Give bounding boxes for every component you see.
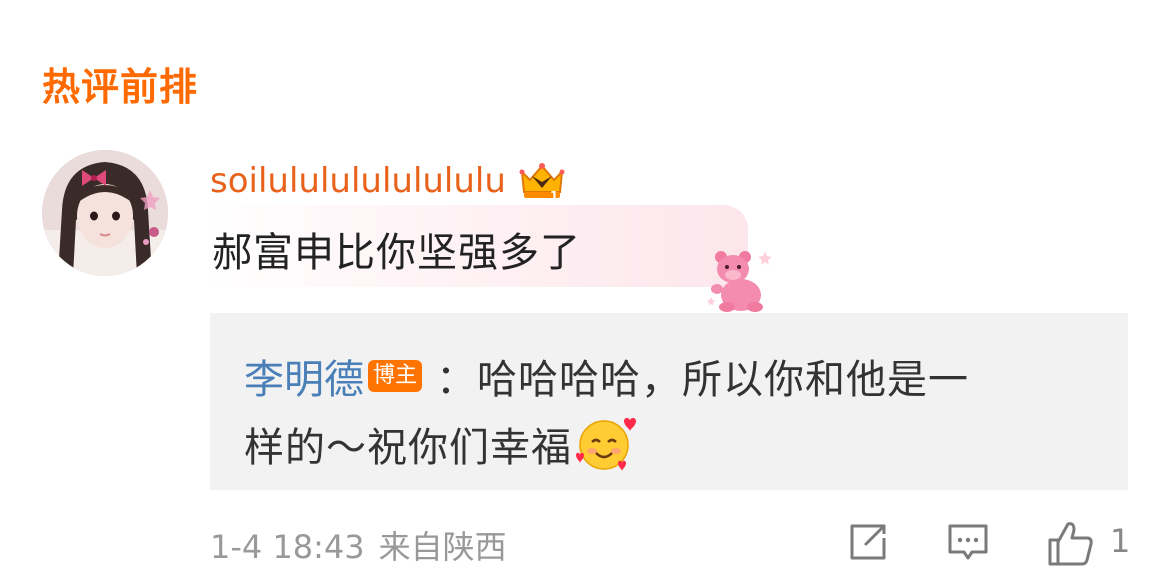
avatar-image [42,150,168,276]
username-row: soilulululululululu 1 [210,158,568,204]
comment-footer: 1-4 18:43 来自陕西 1 [210,520,1130,566]
comment-meta: 1-4 18:43 来自陕西 [210,522,521,568]
blogger-tag: 博主 [368,360,423,392]
comment-location: 来自陕西 [378,528,507,566]
comment-icon[interactable] [946,520,990,564]
reply-line-1: 李明德 博主 ：哈哈哈哈，所以你和他是一 [244,347,969,405]
comment-text[interactable]: 郝富申比你坚强多了 [212,220,581,278]
avatar[interactable] [42,150,168,276]
reply-box[interactable]: 李明德 博主 ：哈哈哈哈，所以你和他是一 样的～祝你们幸福 [210,313,1128,490]
svg-text:1: 1 [550,189,558,203]
reply-text-line-2: 样的～祝你们幸福 [244,425,572,471]
comment-username[interactable]: soilulululululululu [210,161,506,201]
crown-badge-icon: 1 [519,163,565,203]
lotso-bear-sticker-icon [706,251,772,312]
like-icon[interactable] [1046,520,1096,568]
comment-card: soilulululululululu 1 郝富申比你坚强多了 李明德 博主 ：… [202,150,1130,585]
reply-line-2: 样的～祝你们幸福 [244,415,636,473]
section-title: 热评前排 [42,65,199,109]
reply-text-line-1: ：哈哈哈哈，所以你和他是一 [436,357,970,403]
comment-date: 1-4 18:43 [210,528,365,566]
reply-author[interactable]: 李明德 [244,347,364,405]
share-icon[interactable] [846,520,890,564]
smiling-face-with-hearts-icon [576,418,636,471]
like-count: 1 [1110,522,1131,560]
